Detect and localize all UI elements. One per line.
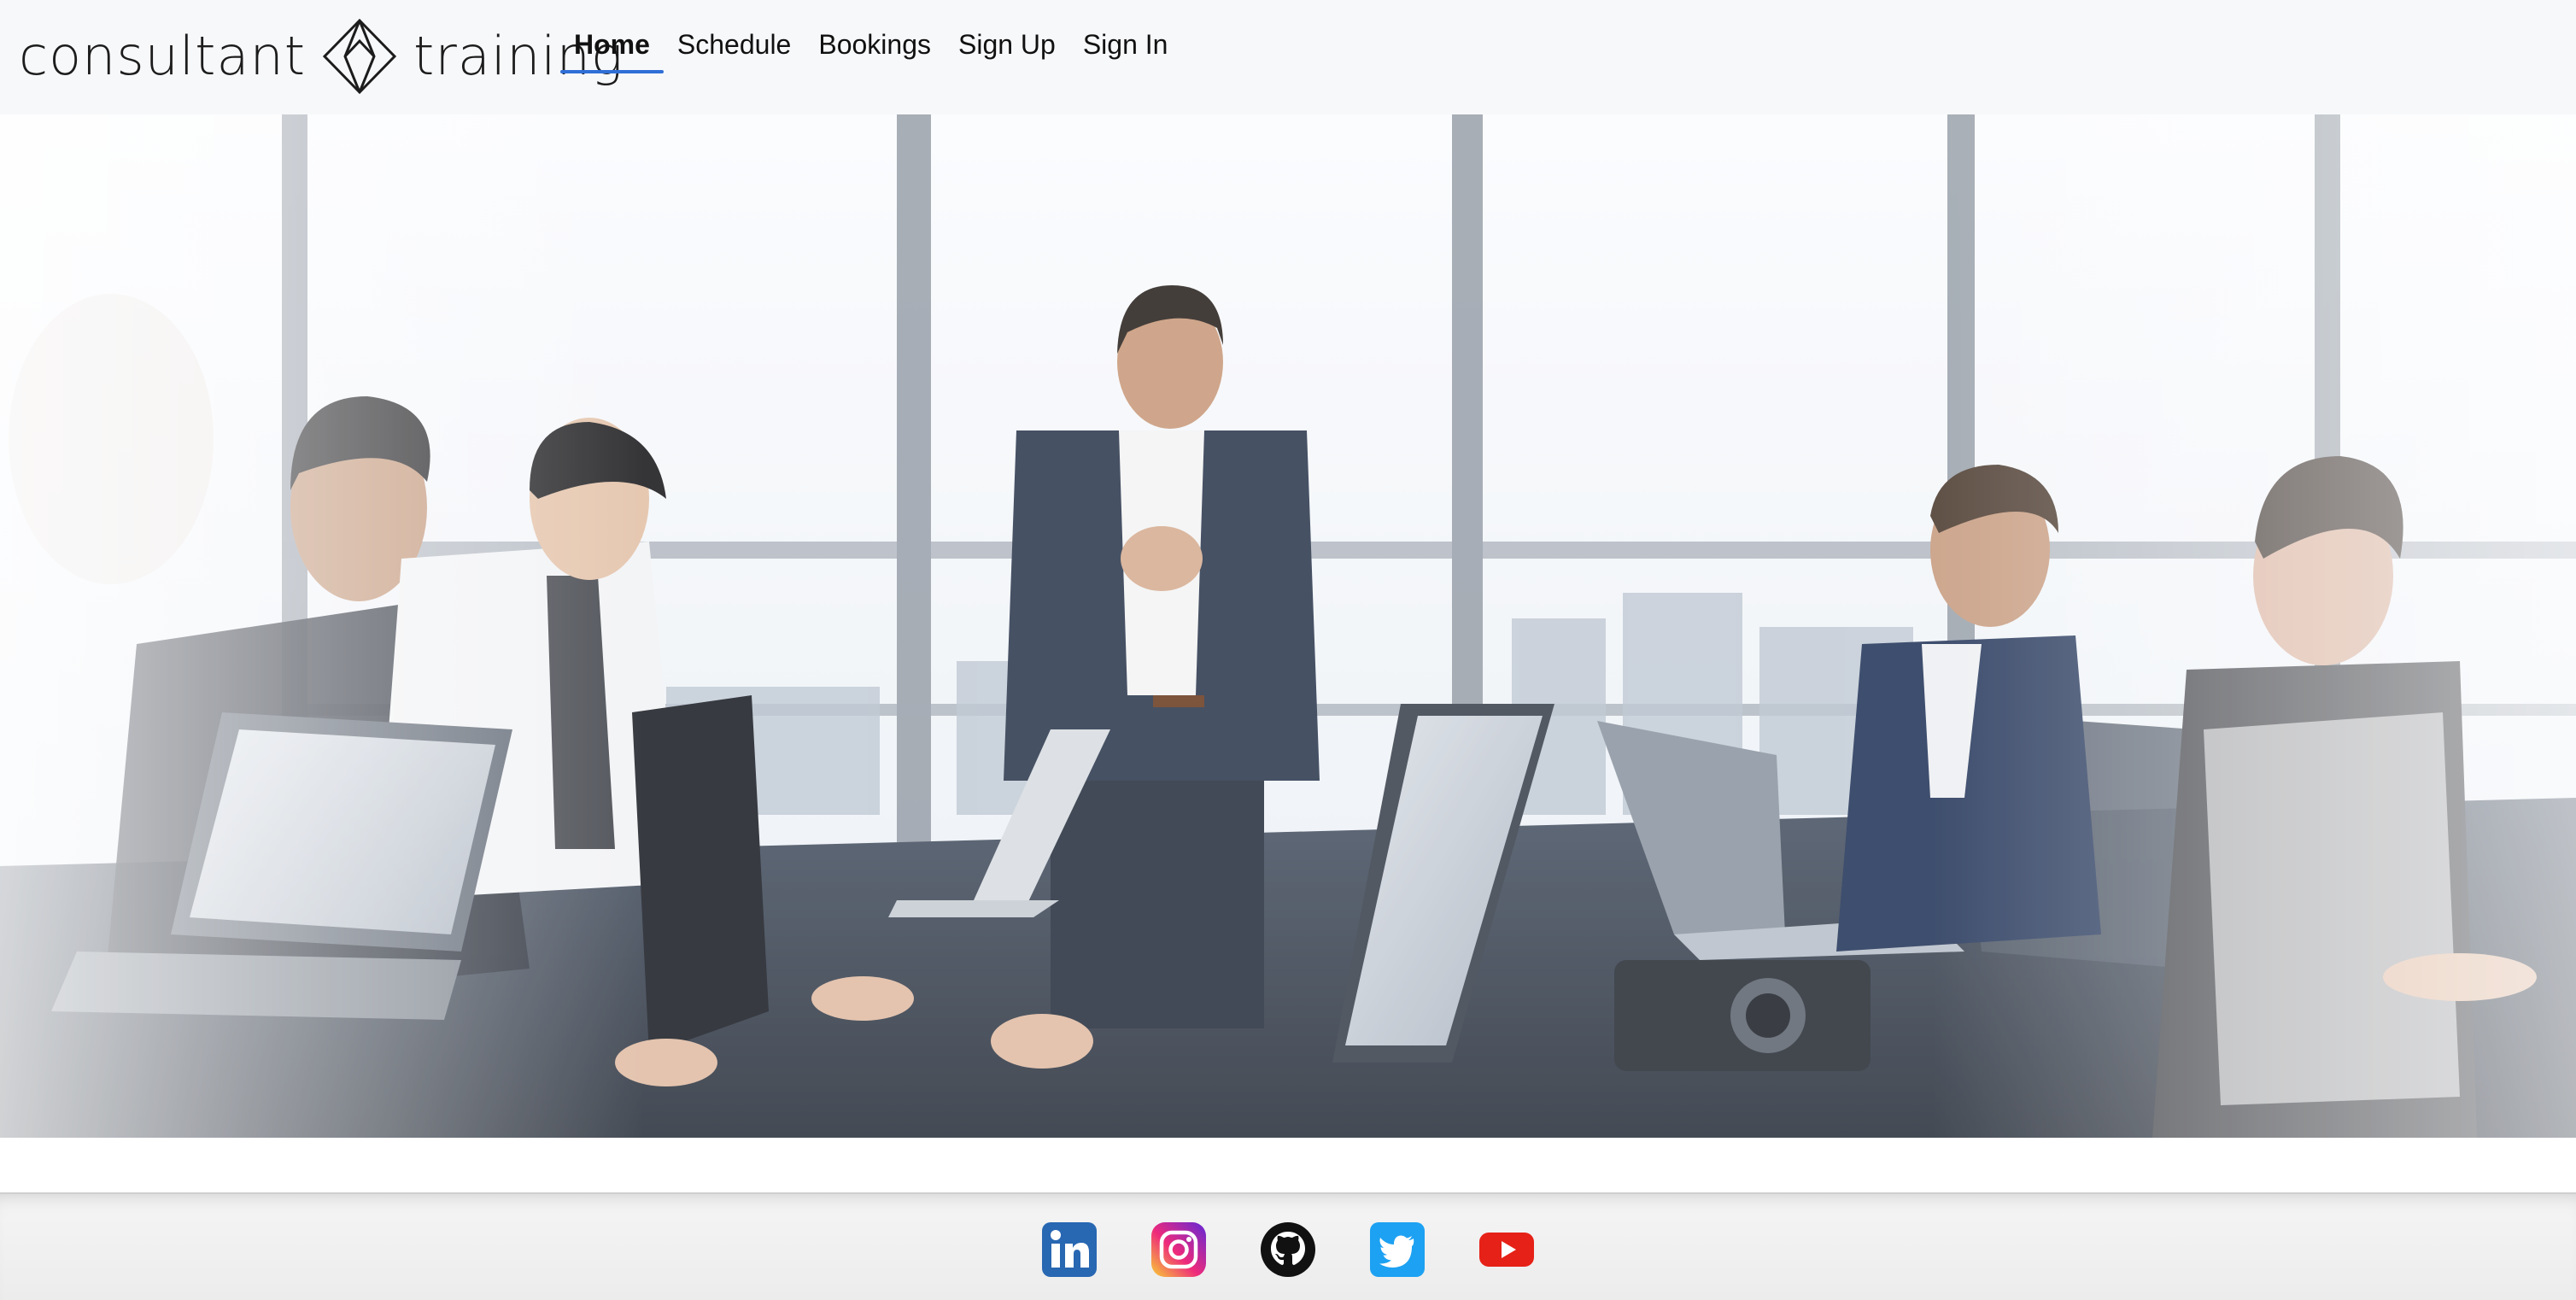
nav-schedule[interactable]: Schedule [664, 17, 805, 73]
youtube-icon[interactable] [1478, 1221, 1535, 1278]
github-icon[interactable] [1260, 1221, 1316, 1278]
top-navbar: consultant training Home Schedule Bookin… [0, 0, 2576, 114]
nav-home[interactable]: Home [560, 17, 664, 73]
brand-word-left: consultant [19, 25, 307, 87]
business-meeting-photo [0, 114, 2576, 1138]
brand-logo[interactable]: consultant training [19, 14, 624, 99]
nav-bookings[interactable]: Bookings [805, 17, 945, 73]
hero-banner [0, 114, 2576, 1138]
instagram-icon[interactable] [1150, 1221, 1207, 1278]
nav-sign-in[interactable]: Sign In [1069, 17, 1182, 73]
main-nav: Home Schedule Bookings Sign Up Sign In [560, 17, 1181, 73]
diamond-logo-icon [321, 17, 398, 96]
linkedin-icon[interactable] [1041, 1221, 1098, 1278]
nav-sign-up[interactable]: Sign Up [945, 17, 1069, 73]
twitter-icon[interactable] [1369, 1221, 1426, 1278]
social-links [0, 1221, 2576, 1278]
footer [0, 1192, 2576, 1300]
